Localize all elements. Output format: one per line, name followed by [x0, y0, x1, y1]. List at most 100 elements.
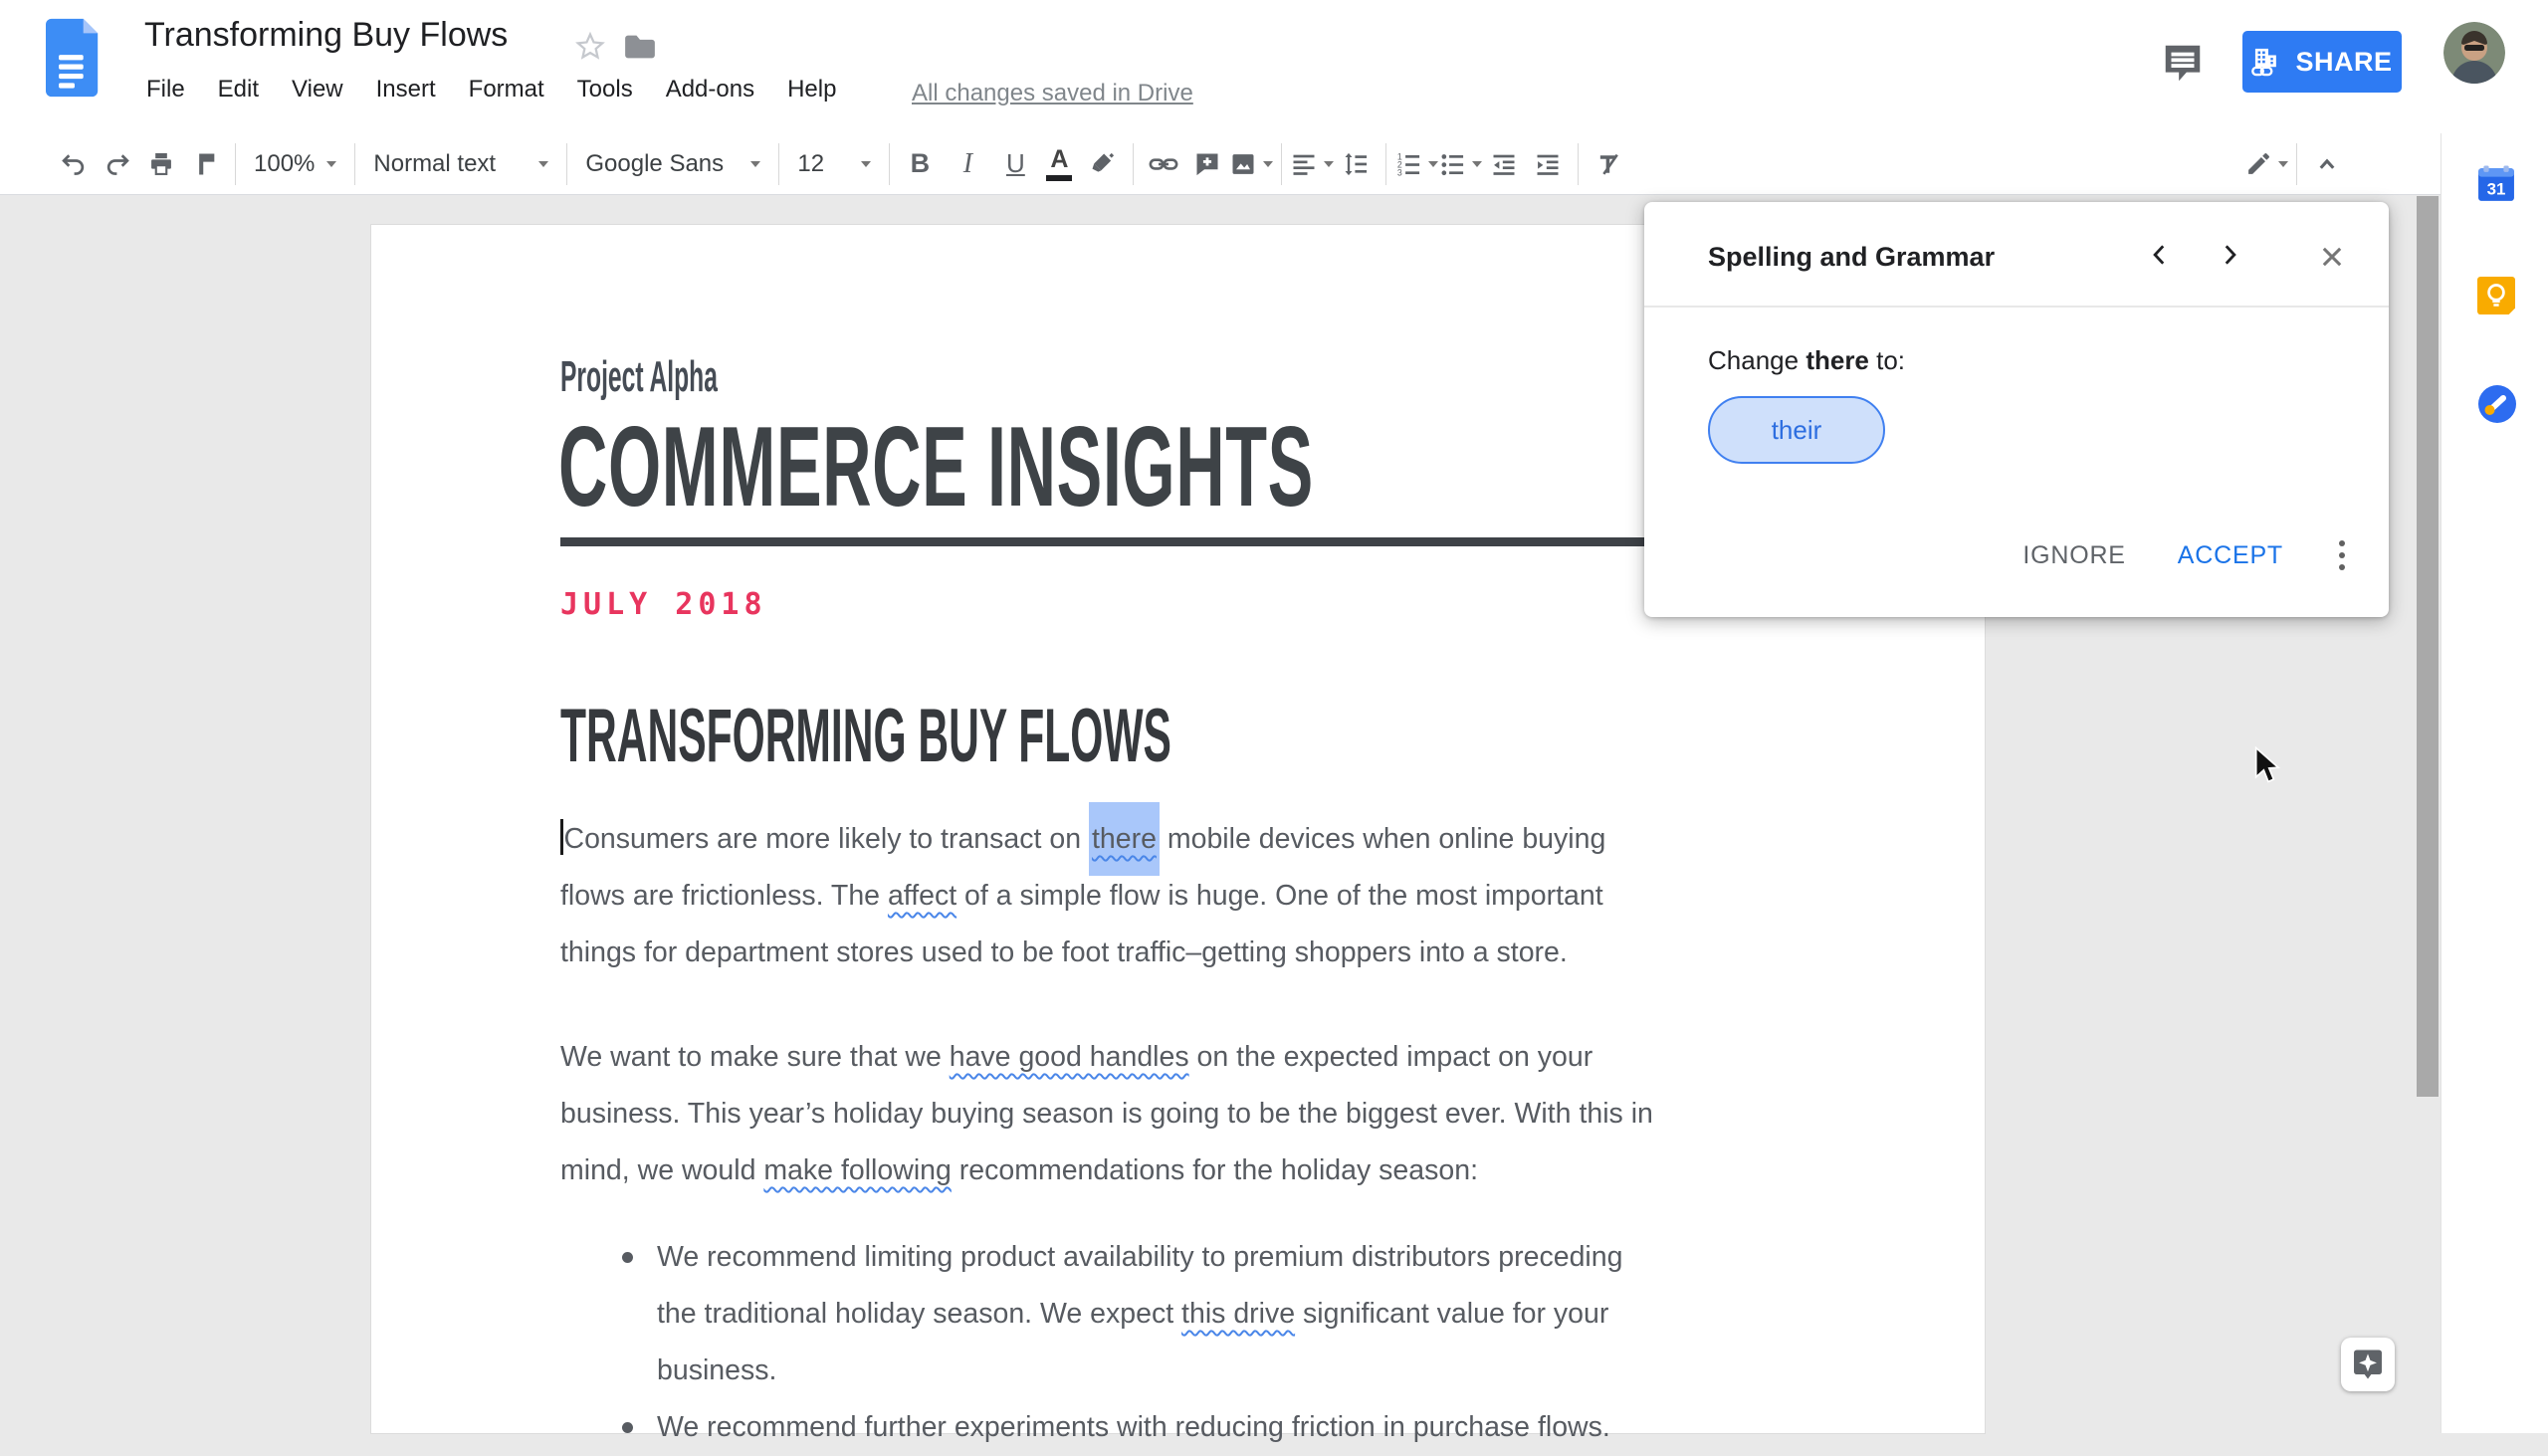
text-color-button[interactable]: A [1037, 141, 1081, 187]
collapse-toolbar-button[interactable] [2305, 141, 2349, 187]
share-button-label: SHARE [2295, 46, 2393, 77]
menu-edit[interactable]: Edit [218, 76, 259, 104]
toolbar-separator [1385, 142, 1387, 185]
scrollbar[interactable] [2417, 196, 2439, 1097]
menu-format[interactable]: Format [469, 76, 544, 104]
dropdown-arrow-icon [326, 160, 337, 167]
menu-view[interactable]: View [292, 76, 343, 104]
menu-insert[interactable]: Insert [376, 76, 436, 104]
dropdown-arrow-icon [861, 160, 872, 167]
print-button[interactable] [139, 141, 183, 187]
bullet-text: We recommend further experiments with re… [657, 1411, 1610, 1443]
mouse-pointer [2254, 746, 2281, 783]
doc-bullet-item-2[interactable]: We recommend further experiments with re… [560, 1399, 1884, 1456]
star-icon[interactable] [573, 30, 607, 64]
font-size-value: 12 [797, 149, 825, 177]
font-value: Google Sans [585, 149, 725, 177]
bullet-text: We recommend limiting product availabili… [657, 1241, 1623, 1386]
dialog-divider [1644, 306, 2389, 308]
toolbar-separator [2296, 143, 2297, 185]
undo-button[interactable] [52, 141, 96, 187]
share-link-icon [2251, 48, 2277, 77]
explore-button[interactable] [2341, 1338, 2395, 1391]
keep-icon[interactable] [2477, 277, 2515, 314]
move-folder-icon[interactable] [623, 32, 657, 62]
paint-format-button[interactable] [183, 141, 227, 187]
dropdown-arrow-icon [1324, 160, 1335, 167]
clear-formatting-button[interactable] [1587, 141, 1630, 187]
document-title[interactable]: Transforming Buy Flows [144, 16, 508, 55]
text-cursor [560, 819, 563, 855]
toolbar-separator [566, 142, 568, 185]
zoom-value: 100% [254, 149, 316, 177]
underline-button[interactable]: U [993, 141, 1037, 187]
redo-button[interactable] [96, 141, 139, 187]
line-spacing-button[interactable] [1334, 141, 1378, 187]
dropdown-arrow-icon [750, 160, 761, 167]
dialog-actions: IGNORE ACCEPT [1644, 536, 2389, 574]
editing-mode-button[interactable] [2244, 141, 2288, 187]
share-button[interactable]: SHARE [2242, 31, 2402, 93]
svg-text:3: 3 [1397, 167, 1402, 177]
previous-suggestion-button[interactable] [2137, 232, 2183, 278]
dialog-title: Spelling and Grammar [1708, 242, 1996, 272]
decrease-indent-button[interactable] [1482, 141, 1526, 187]
insert-image-button[interactable] [1229, 141, 1274, 187]
avatar[interactable] [2443, 22, 2505, 84]
more-options-icon[interactable] [2335, 536, 2349, 574]
highlight-color-button[interactable] [1081, 141, 1125, 187]
calendar-icon[interactable]: 31 [2477, 165, 2515, 203]
misspelled-word: there [1805, 345, 1869, 375]
svg-text:31: 31 [2487, 180, 2506, 199]
google-docs-logo-icon[interactable] [46, 18, 104, 98]
insert-link-button[interactable] [1142, 141, 1185, 187]
toolbar-separator [778, 142, 780, 185]
dropdown-arrow-icon [1263, 160, 1274, 167]
doc-paragraph-1[interactable]: Consumers are more likely to transact on… [560, 802, 1884, 981]
toolbar-separator [235, 142, 236, 185]
style-value: Normal text [373, 149, 497, 177]
accept-button[interactable]: ACCEPT [2178, 541, 2283, 570]
numbered-list-button[interactable]: 123 [1394, 141, 1439, 187]
menu-tools[interactable]: Tools [577, 76, 633, 104]
dropdown-arrow-icon [538, 160, 549, 167]
doc-bullet-item-1[interactable]: We recommend limiting product availabili… [560, 1229, 1884, 1399]
text-color-letter: A [1050, 144, 1069, 173]
increase-indent-button[interactable] [1526, 141, 1570, 187]
spelling-grammar-dialog: Spelling and Grammar Change there to: th… [1644, 202, 2389, 617]
zoom-select[interactable]: 100% [244, 141, 346, 187]
dialog-change-label: Change there to: [1708, 345, 1906, 375]
menu-help[interactable]: Help [787, 76, 836, 104]
suggestion-chip[interactable]: their [1708, 396, 1885, 464]
doc-paragraph-2[interactable]: We want to make sure that we have good h… [560, 1029, 1884, 1199]
menu-addons[interactable]: Add-ons [666, 76, 754, 104]
tasks-icon[interactable] [2477, 384, 2517, 424]
font-size-select[interactable]: 12 [787, 141, 881, 187]
next-suggestion-button[interactable] [2207, 232, 2252, 278]
explore-star-icon [2354, 1350, 2382, 1379]
text-color-bar [1046, 174, 1073, 181]
bulleted-list-button[interactable] [1438, 141, 1483, 187]
toolbar: 100% Normal text Google Sans 12 B I U A … [0, 133, 2548, 195]
insert-comment-button[interactable] [1185, 141, 1229, 187]
italic-button[interactable]: I [942, 141, 993, 187]
bullet-marker [622, 1252, 633, 1263]
bold-button[interactable]: B [898, 141, 942, 187]
bullet-marker [622, 1422, 633, 1433]
save-status[interactable]: All changes saved in Drive [912, 80, 1193, 107]
close-icon[interactable] [2309, 234, 2355, 280]
toolbar-separator [354, 142, 356, 185]
dropdown-arrow-icon [2278, 161, 2288, 167]
comments-icon[interactable] [2160, 40, 2206, 86]
ignore-button[interactable]: IGNORE [2022, 541, 2125, 570]
menu-file[interactable]: File [146, 76, 185, 104]
font-select[interactable]: Google Sans [575, 141, 770, 187]
toolbar-separator [1281, 142, 1283, 185]
companion-sidebar: 31 [2441, 133, 2548, 1433]
paragraph-style-select[interactable]: Normal text [363, 141, 558, 187]
toolbar-right-group [2244, 133, 2349, 195]
avatar-photo [2443, 22, 2505, 84]
dropdown-arrow-icon [1472, 160, 1483, 167]
align-button[interactable] [1290, 141, 1335, 187]
doc-eyebrow: Project Alpha [560, 352, 718, 401]
